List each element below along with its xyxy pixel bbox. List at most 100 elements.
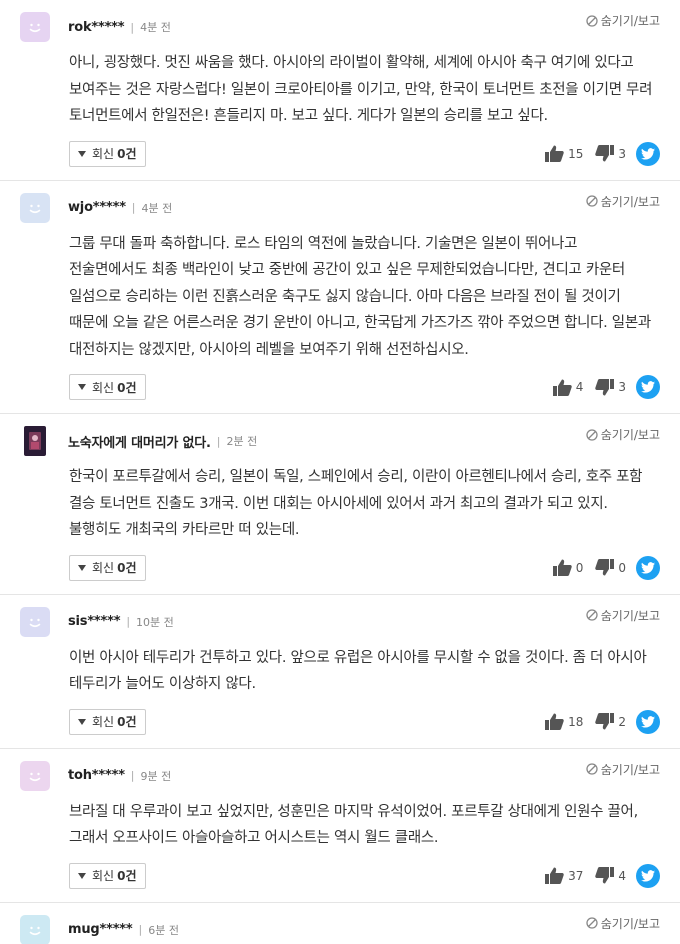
- smiley-face-icon: [29, 204, 41, 213]
- comment-text: 아니, 굉장했다. 멋진 싸움을 했다. 아시아의 라이벌이 활약해, 세계에 …: [69, 55, 653, 124]
- dislike-count: 3: [618, 380, 626, 394]
- reply-label: 회신: [92, 380, 115, 395]
- like-button[interactable]: 37: [545, 867, 583, 884]
- reply-button[interactable]: 회신 0건: [69, 708, 147, 735]
- divider: |: [131, 201, 136, 214]
- hide-report-label: 숨기기/보고: [600, 608, 660, 623]
- comment-item: 노숙자에게 대머리가 없다. | 2분 전 숨기기/보고 한국이 포르투갈에서 …: [0, 414, 680, 595]
- dislike-button[interactable]: 3: [595, 378, 626, 396]
- smiley-face-icon: [29, 618, 41, 627]
- twitter-share-button[interactable]: [636, 375, 660, 399]
- comment-header: rok***** | 4분 전: [20, 12, 660, 42]
- nickname[interactable]: toh*****: [68, 768, 125, 783]
- caret-down-icon: [78, 150, 86, 157]
- twitter-bird-icon: [641, 381, 655, 393]
- avatar[interactable]: [20, 760, 50, 791]
- reply-button[interactable]: 회신 0건: [69, 140, 147, 167]
- hide-report-button[interactable]: 숨기기/보고: [586, 426, 660, 443]
- nickname[interactable]: rok*****: [68, 20, 125, 35]
- dislike-count: 0: [618, 560, 626, 575]
- dislike-button[interactable]: 0: [595, 559, 626, 576]
- like-button[interactable]: 0: [552, 559, 584, 576]
- reactions: 15 3: [533, 141, 660, 166]
- hide-report-button[interactable]: 숨기기/보고: [586, 12, 660, 29]
- timestamp: 2분 전: [226, 435, 258, 448]
- timestamp: 10분 전: [136, 615, 174, 629]
- like-button[interactable]: 18: [545, 713, 583, 730]
- block-icon: [586, 763, 598, 775]
- like-count: 15: [568, 146, 584, 161]
- reply-count: 0건: [117, 715, 137, 729]
- nickname[interactable]: 노숙자에게 대머리가 없다.: [68, 432, 211, 451]
- nickname[interactable]: sis*****: [68, 614, 121, 629]
- comment-item: wjo***** | 4분 전 숨기기/보고 그룹 무대 돌파 축하합니다. 로…: [0, 181, 680, 414]
- profile-photo-icon: [29, 432, 41, 450]
- hide-report-label: 숨기기/보고: [600, 14, 660, 28]
- comment-header: toh***** | 9분 전: [20, 760, 660, 791]
- divider: |: [216, 434, 221, 448]
- like-button[interactable]: 4: [552, 379, 583, 396]
- dislike-button[interactable]: 2: [595, 713, 626, 730]
- comment-text: 한국이 포르투갈에서 승리, 일본이 독일, 스페인에서 승리, 이란이 아르헨…: [69, 469, 643, 538]
- block-icon: [586, 195, 598, 207]
- reply-button[interactable]: 회신 0건: [69, 862, 147, 889]
- timestamp: 4분 전: [140, 21, 171, 34]
- dislike-button[interactable]: 4: [595, 867, 626, 884]
- thumbs-up-icon: [545, 145, 564, 162]
- twitter-share-button[interactable]: [636, 863, 660, 888]
- like-count: 0: [575, 560, 584, 575]
- hide-report-button[interactable]: 숨기기/보고: [586, 607, 660, 624]
- caret-down-icon: [78, 384, 86, 390]
- dislike-button[interactable]: 3: [595, 145, 626, 162]
- comment-footer: 회신 0건 0 0: [20, 554, 660, 582]
- thumbs-down-icon: [595, 378, 615, 395]
- twitter-share-button[interactable]: [636, 141, 660, 166]
- reply-button[interactable]: 회신 0건: [69, 554, 147, 581]
- thumbs-up-icon: [545, 867, 564, 884]
- avatar[interactable]: [20, 914, 50, 944]
- reply-label: 회신: [92, 869, 115, 883]
- reply-count: 0건: [117, 561, 137, 575]
- hide-report-label: 숨기기/보고: [600, 916, 660, 931]
- hide-report-label: 숨기기/보고: [600, 762, 660, 777]
- comment-footer: 회신 0건 4 3: [20, 373, 660, 401]
- hide-report-button[interactable]: 숨기기/보고: [586, 193, 660, 210]
- twitter-bird-icon: [641, 715, 655, 728]
- reply-label: 회신: [92, 147, 115, 161]
- reply-count: 0건: [117, 380, 137, 395]
- avatar-photo[interactable]: [24, 426, 46, 456]
- block-icon: [586, 917, 598, 929]
- comment-text: 브라질 대 우루과이 보고 싶었지만, 성훈민은 마지막 유석이었어. 포르투갈…: [69, 803, 638, 847]
- thumbs-up-icon: [545, 713, 564, 730]
- reply-count: 0건: [117, 869, 137, 883]
- hide-report-button[interactable]: 숨기기/보고: [586, 915, 660, 932]
- like-button[interactable]: 15: [545, 145, 583, 162]
- twitter-share-button[interactable]: [636, 555, 660, 580]
- twitter-bird-icon: [641, 147, 655, 160]
- twitter-bird-icon: [641, 561, 655, 574]
- reply-label: 회신: [92, 561, 115, 575]
- reply-button[interactable]: 회신 0건: [69, 374, 147, 400]
- comment-footer: 회신 0건 37 4: [20, 862, 660, 890]
- comment-header: sis***** | 10분 전: [20, 606, 660, 637]
- avatar[interactable]: [20, 606, 50, 637]
- avatar[interactable]: [20, 12, 50, 42]
- timestamp: 9분 전: [140, 769, 172, 783]
- reply-count: 0건: [117, 147, 137, 161]
- comment-text: 그룹 무대 돌파 축하합니다. 로스 타임의 역전에 놀랐습니다. 기술면은 일…: [69, 235, 651, 358]
- comment-footer: 회신 0건 15 3: [20, 140, 660, 168]
- dislike-count: 2: [618, 714, 626, 729]
- hide-report-button[interactable]: 숨기기/보고: [586, 761, 660, 778]
- dislike-count: 3: [618, 146, 626, 161]
- nickname[interactable]: wjo*****: [68, 200, 126, 215]
- timestamp: 6분 전: [148, 923, 179, 937]
- caret-down-icon: [78, 872, 86, 879]
- divider: |: [138, 923, 143, 936]
- comment-item: sis***** | 10분 전 숨기기/보고 이번 아시아 테두리가 건투하고…: [0, 595, 680, 749]
- twitter-share-button[interactable]: [636, 709, 660, 734]
- nickname[interactable]: mug*****: [68, 922, 133, 937]
- avatar[interactable]: [20, 192, 50, 223]
- comment-header: mug***** | 6분 전: [20, 914, 660, 944]
- block-icon: [586, 14, 598, 27]
- smiley-face-icon: [29, 926, 41, 935]
